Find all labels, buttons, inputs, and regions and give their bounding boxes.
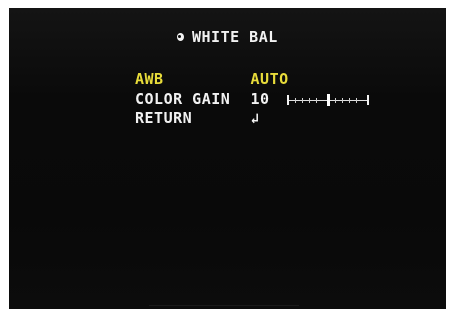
slider-tick: [349, 97, 351, 103]
slider-tick: [302, 97, 304, 103]
menu-title: WHITE BAL: [177, 28, 278, 46]
slider-tick: [295, 97, 297, 103]
sun-dot-icon: [177, 33, 184, 41]
menu-item-label: RETURN: [135, 109, 193, 127]
slider-tick: [335, 97, 337, 103]
color-gain-slider[interactable]: [287, 93, 370, 106]
slider-tick: [356, 97, 358, 103]
menu-item-value: 10: [250, 90, 270, 108]
slider-knob[interactable]: [327, 93, 331, 106]
menu-item-value: AUTO: [250, 70, 289, 88]
menu-item-label: COLOR GAIN: [135, 90, 231, 108]
screen-edge-artifact: [149, 305, 299, 306]
osd-screen: WHITE BAL AWB AUTO COLOR GAIN 10 RETURN …: [9, 8, 446, 309]
slider-tick: [309, 97, 311, 103]
menu-item-awb[interactable]: AWB AUTO: [135, 70, 289, 88]
menu-item-return[interactable]: RETURN ↲: [135, 109, 259, 127]
slider-end-cap: [367, 94, 370, 105]
menu-item-color-gain[interactable]: COLOR GAIN 10: [135, 90, 370, 108]
menu-item-label: AWB: [135, 70, 164, 88]
slider-tick: [316, 97, 318, 103]
menu-title-text: WHITE BAL: [192, 28, 278, 46]
slider-start-cap: [287, 94, 290, 105]
slider-tick: [342, 97, 344, 103]
return-arrow-icon: ↲: [250, 111, 260, 127]
